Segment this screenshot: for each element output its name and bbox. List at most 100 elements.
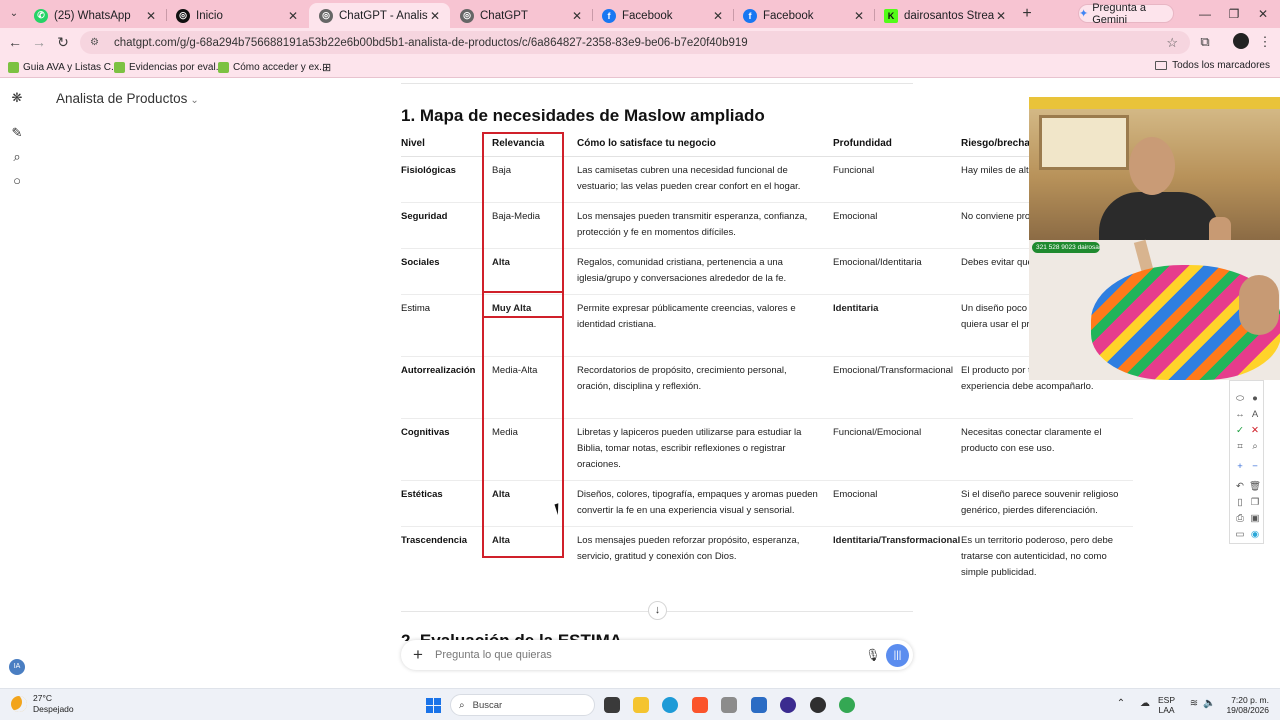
app-icon[interactable] [810, 697, 826, 713]
moon-icon [11, 696, 27, 712]
cell-profundidad: Funcional/Emocional [833, 418, 961, 481]
language-indicator[interactable]: ESP LAA [1158, 695, 1175, 715]
user-avatar[interactable]: IA [9, 659, 25, 675]
cloud-icon[interactable]: ☁ [1139, 698, 1151, 710]
table-row: Fisiológicas Baja Las camisetas cubren u… [401, 156, 1133, 203]
bookmark-item[interactable]: Guia AVA y Listas C... [8, 60, 119, 74]
print-icon[interactable]: ⎙ [1234, 513, 1246, 525]
clock[interactable]: 7:20 p. m. 19/08/2026 [1223, 695, 1269, 715]
table-row: Seguridad Baja-Media Los mensajes pueden… [401, 202, 1133, 249]
wifi-icon[interactable]: ≋ [1188, 698, 1200, 710]
close-icon[interactable]: ✕ [286, 9, 300, 23]
openai-logo-icon[interactable]: ❋ [10, 91, 24, 105]
filled-ellipse-tool-icon[interactable]: ● [1249, 393, 1261, 405]
bookmark-item[interactable]: Evidencias por eval... [114, 60, 224, 74]
windows-start-icon[interactable] [426, 698, 441, 713]
apps-grid-icon[interactable]: ⊞ [322, 60, 331, 74]
extensions-icon[interactable]: ⧉ [1197, 34, 1213, 50]
microphone-icon[interactable]: 🎙 [860, 648, 886, 662]
plus-icon[interactable]: + [401, 645, 435, 665]
tab-chatgpt[interactable]: ◎ ChatGPT ✕ [450, 3, 592, 28]
table-header-row: Nivel Relevancia Cómo lo satisface tu ne… [401, 131, 1133, 157]
close-icon[interactable]: ✕ [570, 9, 584, 23]
minus-icon[interactable]: − [1249, 461, 1261, 473]
tab-analista-productos[interactable]: ◎ ChatGPT - Analista de Prod ✕ [309, 3, 450, 28]
ellipse-tool-icon[interactable]: ⬭ [1234, 393, 1246, 405]
new-page-icon[interactable]: ▯ [1234, 497, 1246, 509]
chrome-icon[interactable] [839, 697, 855, 713]
cell-como: Permite expresar públicamente creencias,… [577, 294, 833, 357]
close-window-button[interactable]: ✕ [1255, 6, 1271, 22]
bookmark-favicon-icon [114, 61, 125, 73]
bookmarks-bar: Guia AVA y Listas C... Evidencias por ev… [0, 56, 1280, 78]
task-view-icon[interactable] [604, 697, 620, 713]
brave-icon[interactable] [692, 697, 708, 713]
trash-icon[interactable]: 🗑 [1249, 481, 1261, 493]
close-icon[interactable]: ✕ [1249, 425, 1261, 437]
bookmark-favicon-icon [218, 61, 229, 73]
close-icon[interactable]: ✕ [852, 9, 866, 23]
tab-whatsapp[interactable]: ✆ (25) WhatsApp ✕ [24, 3, 166, 28]
gemini-button[interactable]: ✦ Pregunta a Gemini [1078, 2, 1174, 26]
edge-icon[interactable] [662, 697, 678, 713]
save-icon[interactable]: ▣ [1249, 513, 1261, 525]
site-info-icon[interactable]: ⚙ [90, 37, 104, 49]
copy-icon[interactable]: ❐ [1249, 497, 1261, 509]
search-icon[interactable]: ⌕ [10, 150, 24, 164]
volume-icon[interactable]: 🔈 [1203, 698, 1215, 710]
obs-icon[interactable] [780, 697, 796, 713]
close-icon[interactable]: ✕ [144, 9, 158, 23]
zoom-tool-icon[interactable]: ⌕ [1249, 441, 1261, 453]
remote-desktop-icon[interactable] [751, 697, 767, 713]
bookmark-item[interactable]: Cómo acceder y ex... [218, 60, 327, 74]
tab-facebook-2[interactable]: f Facebook ✕ [733, 3, 874, 28]
forward-arrow-icon[interactable]: → [31, 34, 47, 50]
bookmark-star-icon[interactable]: ☆ [1166, 35, 1178, 51]
double-arrow-tool-icon[interactable]: ↔ [1234, 409, 1246, 421]
table-row: Autorrealización Media-Alta Recordatorio… [401, 356, 1133, 419]
cell-profundidad: Emocional/Identitaria [833, 248, 961, 295]
tab-kick-stream[interactable]: K dairosantos Stream - Watc ✕ [874, 3, 1016, 28]
crop-tool-icon[interactable]: ⌗ [1234, 441, 1246, 453]
plus-icon[interactable]: + [1234, 461, 1246, 473]
cell-nivel: Estima [401, 294, 481, 357]
file-explorer-icon[interactable] [633, 697, 649, 713]
cell-profundidad: Identitaria [833, 294, 961, 357]
all-bookmarks-button[interactable]: Todos los marcadores [1155, 60, 1270, 71]
tab-inicio[interactable]: ◎ Inicio ✕ [166, 3, 308, 28]
kick-icon: K [884, 8, 898, 23]
snipping-tool-icon[interactable] [721, 697, 737, 713]
screen-icon[interactable]: ▭ [1234, 529, 1246, 541]
tab-facebook-1[interactable]: f Facebook ✕ [592, 3, 733, 28]
prompt-input[interactable]: Pregunta lo que quieras [435, 649, 860, 661]
message-composer[interactable]: + Pregunta lo que quieras 🎙 ||| [401, 640, 913, 670]
chat-bubble-icon[interactable]: ○ [10, 174, 24, 188]
undo-icon[interactable]: ↶ [1234, 481, 1246, 493]
reload-icon[interactable]: ↻ [55, 34, 71, 50]
close-icon[interactable]: ✕ [994, 9, 1008, 23]
cell-riesgo: Necesitas conectar claramente el product… [961, 418, 1133, 481]
gpt-name-dropdown[interactable]: Analista de Productos ⌄ [56, 91, 199, 106]
globe-icon[interactable]: ◉ [1249, 529, 1261, 541]
voice-mode-icon[interactable]: ||| [886, 643, 909, 667]
weather-widget[interactable]: 27°C Despejado [11, 693, 74, 715]
new-chat-icon[interactable]: ✎ [10, 126, 24, 140]
chevron-up-icon[interactable]: ⌃ [1115, 698, 1127, 710]
address-bar[interactable]: ⚙ chatgpt.com/g/g-68a294b756688191a53b22… [80, 31, 1190, 54]
text-tool-icon[interactable]: A [1249, 409, 1261, 421]
new-tab-button[interactable]: + [1019, 6, 1035, 22]
scroll-down-arrow-icon[interactable]: ↓ [648, 601, 667, 620]
check-icon[interactable]: ✓ [1234, 425, 1246, 437]
profile-avatar[interactable] [1233, 33, 1249, 49]
windows-taskbar: 27°C Despejado ⌕ Buscar ⌃ ☁ ESP LAA ≋ 🔈 … [0, 688, 1280, 720]
more-menu-icon[interactable]: ⋮ [1257, 34, 1273, 50]
search-icon: ⌕ [459, 699, 465, 711]
back-arrow-icon[interactable]: ← [7, 34, 23, 50]
tab-search-icon[interactable]: ⌄ [6, 6, 22, 22]
table-row: Estima Muy Alta Permite expresar pública… [401, 294, 1133, 357]
restore-button[interactable]: ❐ [1226, 6, 1242, 22]
close-icon[interactable]: ✕ [711, 9, 725, 23]
minimize-button[interactable]: — [1197, 6, 1213, 22]
close-icon[interactable]: ✕ [428, 9, 442, 23]
taskbar-search[interactable]: ⌕ Buscar [450, 694, 595, 716]
